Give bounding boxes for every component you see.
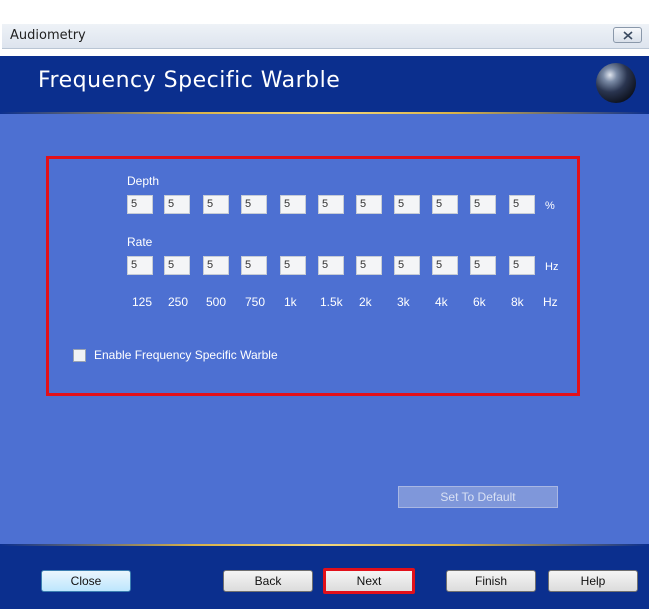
rate-input[interactable]: 5 <box>470 256 496 275</box>
rate-label: Rate <box>127 235 153 249</box>
rate-input[interactable]: 5 <box>318 256 344 275</box>
depth-input[interactable]: 5 <box>203 195 229 214</box>
rate-input[interactable]: 5 <box>432 256 458 275</box>
depth-input[interactable]: 5 <box>432 195 458 214</box>
rate-input[interactable]: 5 <box>241 256 267 275</box>
frequency-label: 1k <box>284 295 297 309</box>
sphere-logo-icon <box>596 63 636 103</box>
enable-warble-label[interactable]: Enable Frequency Specific Warble <box>94 348 278 362</box>
depth-label: Depth <box>127 174 160 188</box>
enable-warble-checkbox[interactable] <box>73 349 86 362</box>
next-button[interactable]: Next <box>323 568 415 594</box>
depth-input[interactable]: 5 <box>318 195 344 214</box>
window-titlebar: Audiometry <box>2 24 649 49</box>
set-to-default-button[interactable]: Set To Default <box>398 486 558 508</box>
frequency-label: 2k <box>359 295 372 309</box>
depth-input[interactable]: 5 <box>241 195 267 214</box>
help-button[interactable]: Help <box>548 570 638 592</box>
frequency-unit: Hz <box>543 295 558 309</box>
window-close-button[interactable] <box>613 27 642 43</box>
frequency-label: 250 <box>168 295 189 309</box>
close-icon <box>623 31 633 40</box>
rate-input[interactable]: 5 <box>356 256 382 275</box>
rate-unit: Hz <box>545 261 559 273</box>
frequency-label: 1.5k <box>320 295 343 309</box>
depth-input[interactable]: 5 <box>509 195 535 214</box>
depth-input[interactable]: 5 <box>127 195 153 214</box>
depth-input[interactable]: 5 <box>470 195 496 214</box>
depth-input[interactable]: 5 <box>356 195 382 214</box>
footer-divider <box>0 544 649 546</box>
depth-unit: % <box>545 200 555 212</box>
rate-input[interactable]: 5 <box>127 256 153 275</box>
rate-input[interactable]: 5 <box>280 256 306 275</box>
frequency-label: 6k <box>473 295 486 309</box>
frequency-label: 750 <box>245 295 266 309</box>
rate-input[interactable]: 5 <box>394 256 420 275</box>
rate-input[interactable]: 5 <box>164 256 190 275</box>
depth-input[interactable]: 5 <box>164 195 190 214</box>
rate-input[interactable]: 5 <box>509 256 535 275</box>
frequency-label: 125 <box>132 295 153 309</box>
close-button[interactable]: Close <box>41 570 131 592</box>
depth-input[interactable]: 5 <box>280 195 306 214</box>
frequency-label: 8k <box>511 295 524 309</box>
back-button[interactable]: Back <box>223 570 313 592</box>
page-title: Frequency Specific Warble <box>38 68 341 93</box>
finish-button[interactable]: Finish <box>446 570 536 592</box>
window-title: Audiometry <box>10 28 86 43</box>
frequency-label: 4k <box>435 295 448 309</box>
rate-input[interactable]: 5 <box>203 256 229 275</box>
depth-input[interactable]: 5 <box>394 195 420 214</box>
frequency-label: 3k <box>397 295 410 309</box>
frequency-label: 500 <box>206 295 227 309</box>
page-header: Frequency Specific Warble <box>0 56 649 112</box>
